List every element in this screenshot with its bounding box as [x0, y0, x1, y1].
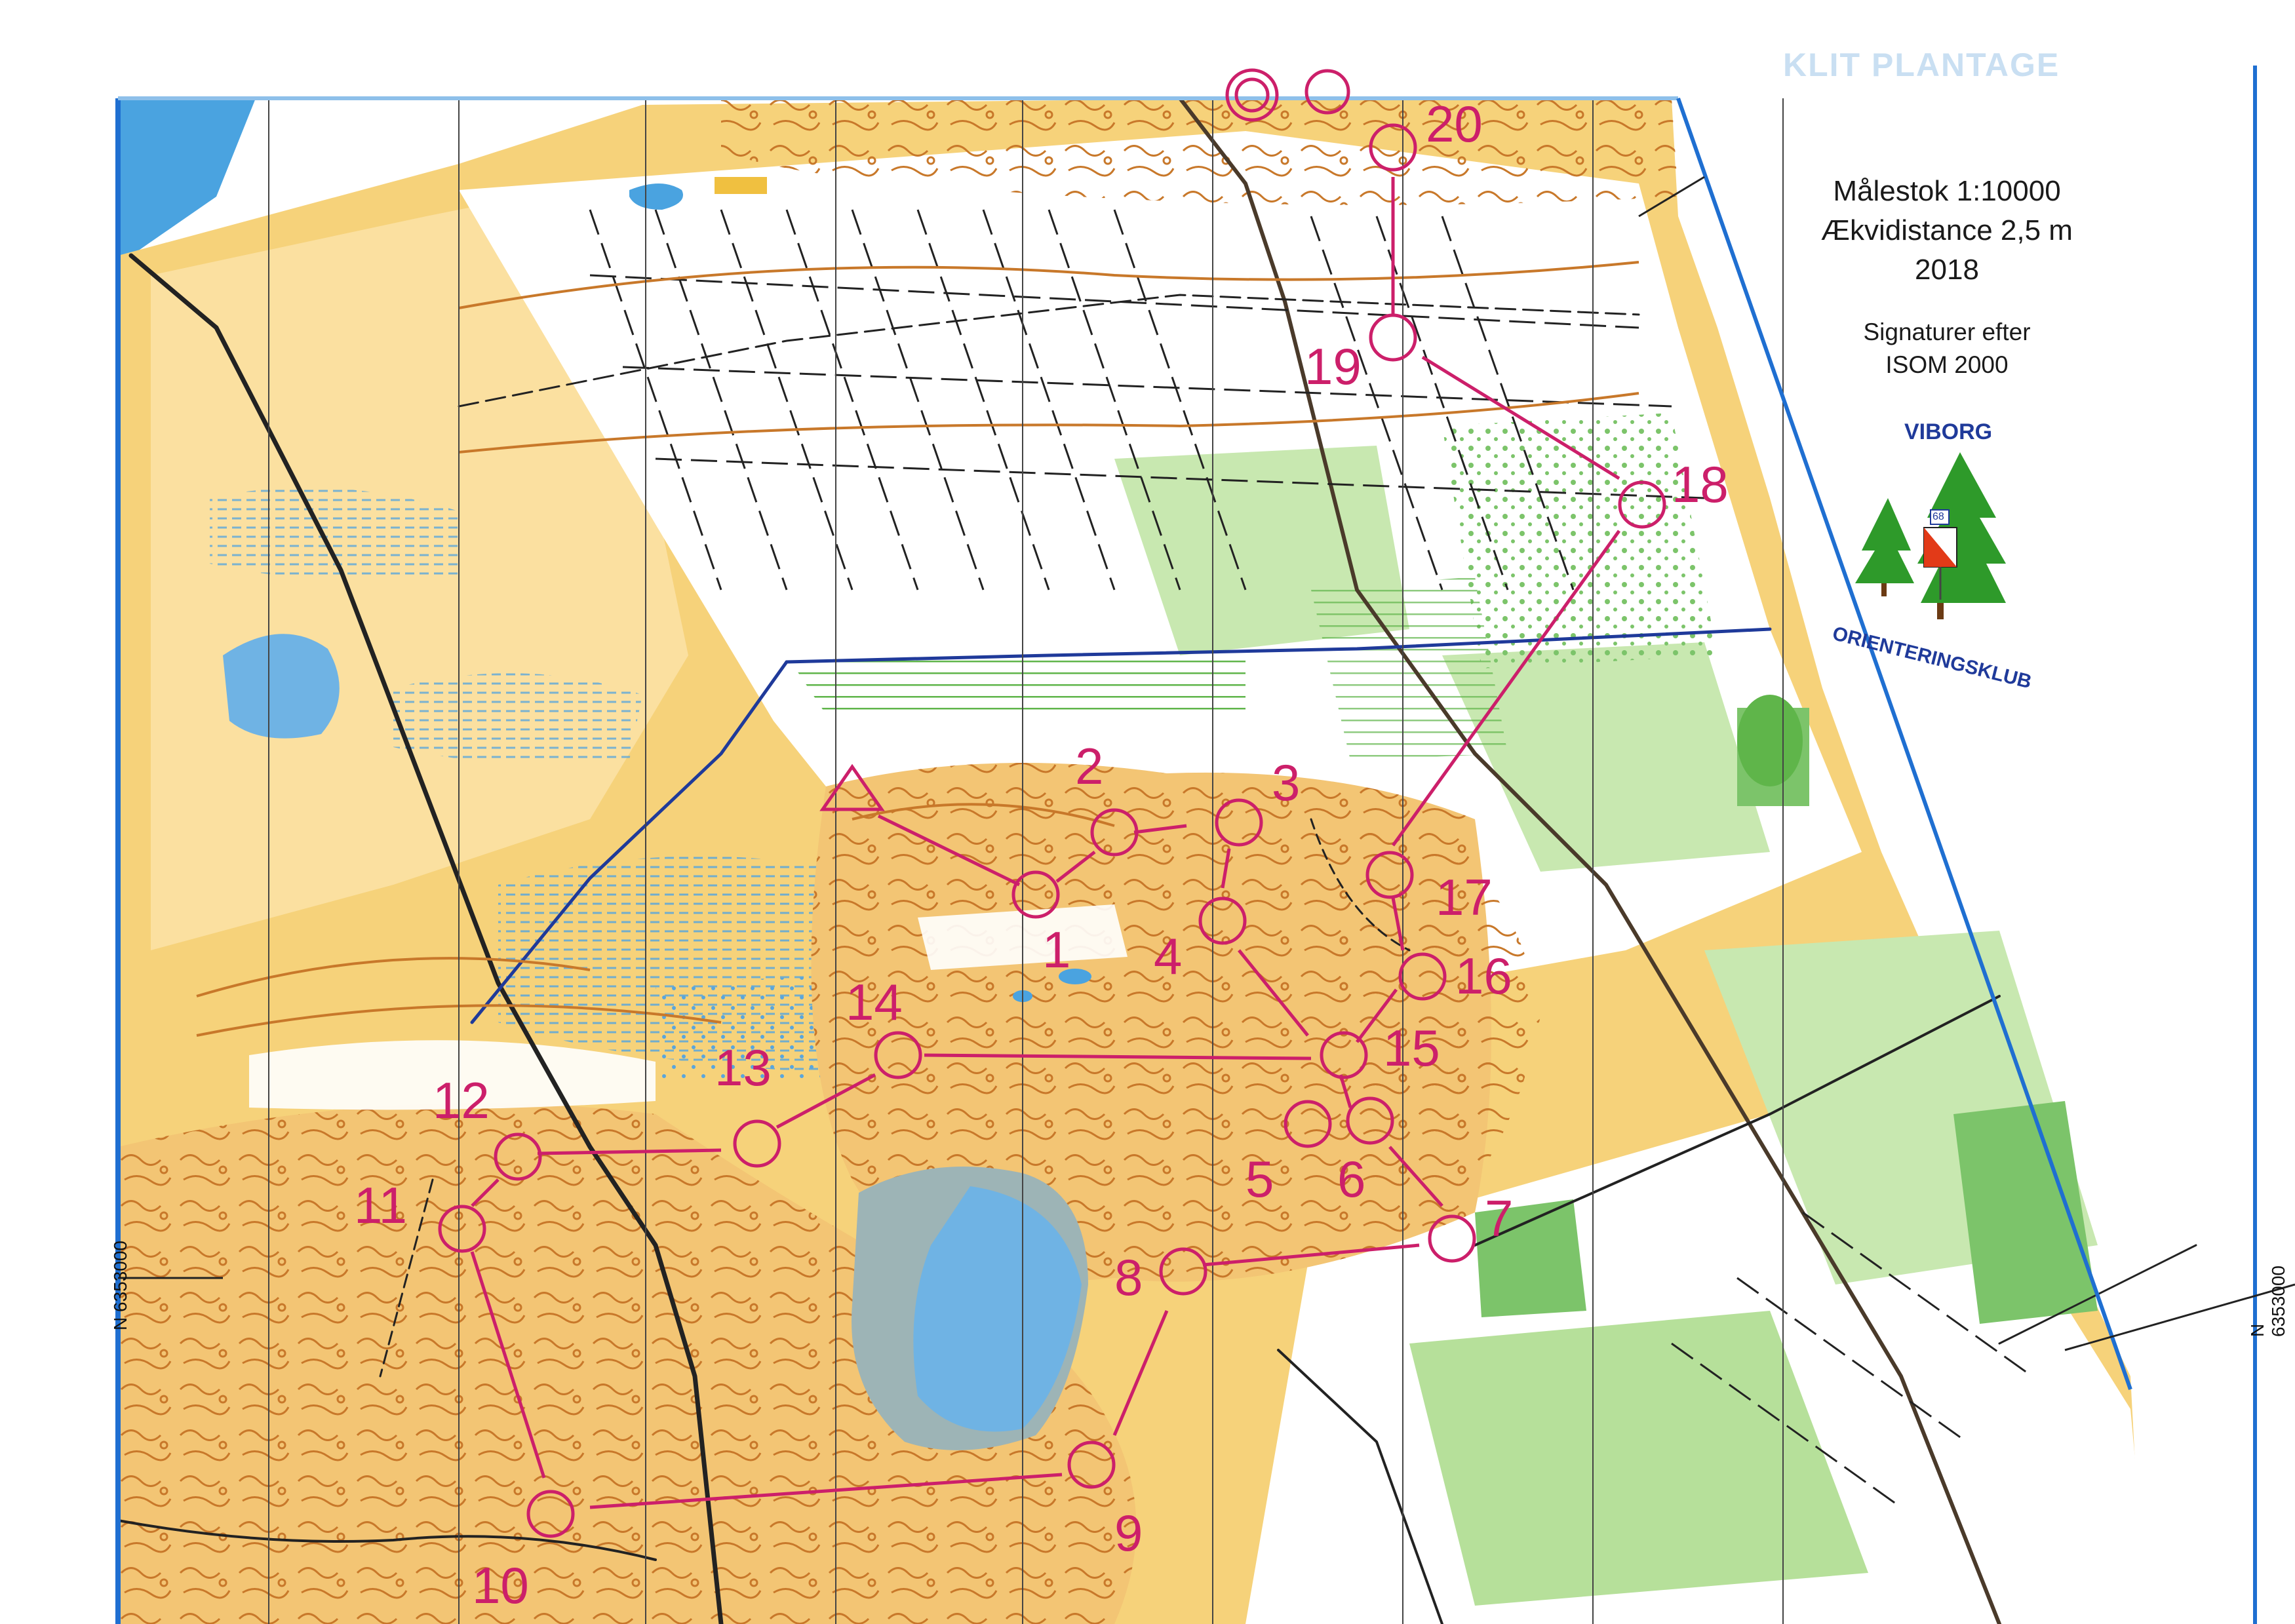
grid-label-left: N 6353000	[110, 1240, 130, 1330]
control-6-label: 6	[1337, 1150, 1366, 1208]
pond-east	[1737, 695, 1803, 786]
map-legend: Målestok 1:10000 Ækvidistance 2,5 m 2018…	[1763, 172, 2130, 381]
scale-text: Målestok 1:10000	[1833, 175, 2061, 207]
control-18-label: 18	[1672, 455, 1729, 513]
grid-label-right: N 6353000	[2247, 1265, 2288, 1337]
control-15-label: 15	[1383, 1019, 1440, 1077]
lake-west	[223, 634, 340, 739]
green-stripes-1	[787, 655, 1246, 714]
club-logo-top-text: VIBORG	[1904, 419, 1993, 444]
marsh-band-3	[393, 673, 642, 765]
control-14-label: 14	[846, 973, 903, 1031]
control-20-label: 20	[1426, 95, 1483, 153]
club-logo-badge: 68	[1932, 511, 1944, 522]
control-3-label: 3	[1272, 754, 1301, 811]
lake-north-yellow	[715, 177, 767, 194]
control-16-label: 16	[1455, 947, 1512, 1005]
control-13-label: 13	[715, 1039, 772, 1096]
symbols-line-2: ISOM 2000	[1885, 351, 2009, 378]
control-9-label: 9	[1114, 1504, 1143, 1562]
control-2-label: 2	[1075, 737, 1104, 795]
map-header-partial: KLIT PLANTAGE	[1783, 47, 2060, 83]
control-11-label: 11	[354, 1176, 407, 1234]
control-19-label: 19	[1304, 338, 1362, 395]
symbols-line-1: Signaturer efter	[1863, 319, 2031, 345]
control-4-label: 4	[1154, 927, 1183, 985]
control-17-label: 17	[1436, 868, 1493, 926]
control-1-label: 1	[1042, 921, 1071, 978]
trees-and-control-flag-logo	[1855, 452, 2006, 619]
contour-interval-text: Ækvidistance 2,5 m	[1821, 214, 2073, 246]
control-10-label: 10	[472, 1556, 529, 1614]
marsh-band-2	[210, 488, 459, 581]
year-text: 2018	[1915, 254, 1979, 286]
control-7-label: 7	[1485, 1189, 1514, 1247]
control-8-label: 8	[1114, 1248, 1143, 1306]
control-5-label: 5	[1246, 1150, 1274, 1208]
control-12-label: 12	[433, 1072, 490, 1129]
